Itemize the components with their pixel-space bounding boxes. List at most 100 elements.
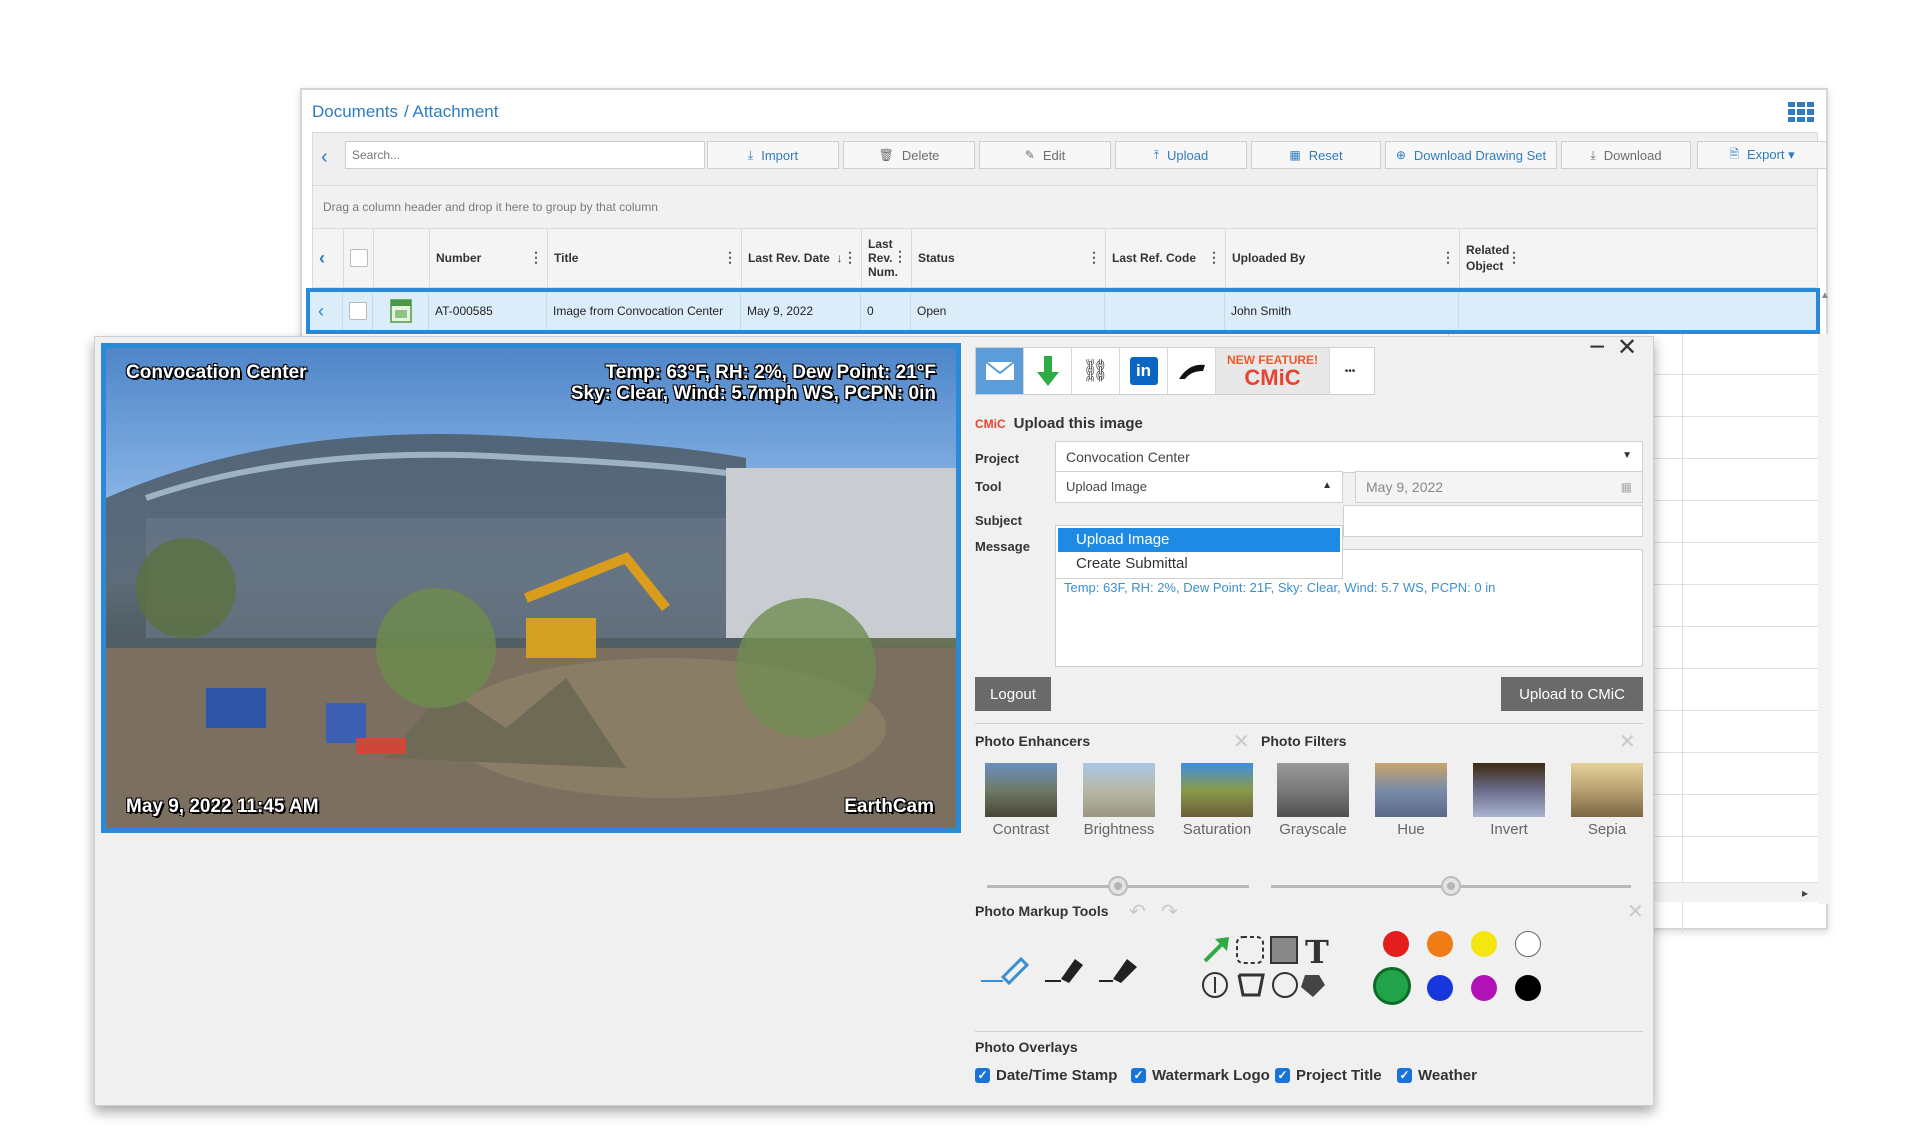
table-row[interactable]: ‹ AT-000585 Image from Convocation Cente…: [306, 288, 1820, 334]
color-swatch-purple[interactable]: [1471, 975, 1497, 1001]
hue-thumbnail[interactable]: [1375, 763, 1447, 817]
undo-icon[interactable]: ↶: [1129, 899, 1146, 924]
close-markup-icon[interactable]: ✕: [1627, 899, 1644, 924]
enhancer-slider-knob[interactable]: [1108, 876, 1128, 896]
blue-pen-icon: [981, 956, 1030, 986]
search-input[interactable]: [345, 141, 705, 169]
filter-slider[interactable]: [1271, 876, 1631, 896]
tool-option-create-submittal[interactable]: Create Submittal: [1058, 552, 1340, 576]
column-menu-icon[interactable]: ⋮: [1207, 249, 1221, 266]
close-enhancers-icon[interactable]: ✕: [1233, 729, 1250, 754]
chevron-left-icon[interactable]: ‹: [321, 145, 341, 169]
cell-title[interactable]: Image from Convocation Center: [546, 292, 740, 330]
overlay-datetime-checkbox[interactable]: ✓ Date/Time Stamp: [975, 1067, 1117, 1084]
column-menu-icon[interactable]: ⋮: [529, 249, 543, 266]
ellipsis-icon: •••: [1344, 365, 1356, 377]
download-share-button[interactable]: [1024, 348, 1072, 394]
header-last-ref-code[interactable]: Last Ref. Code ⋮: [1105, 229, 1225, 287]
cell-uploaded-by: John Smith: [1224, 292, 1458, 330]
overlay-watermark-checkbox[interactable]: ✓ Watermark Logo: [1131, 1067, 1270, 1084]
header-last-rev-num[interactable]: Last Rev. Num. ⋮: [861, 229, 911, 287]
filter-slider-knob[interactable]: [1441, 876, 1461, 896]
linkedin-share-button[interactable]: in: [1120, 348, 1168, 394]
header-uploaded-by[interactable]: Uploaded By ⋮: [1225, 229, 1459, 287]
select-all-checkbox[interactable]: [343, 229, 373, 287]
overlay-project-title-checkbox[interactable]: ✓ Project Title: [1275, 1067, 1382, 1084]
import-button[interactable]: ⤓ Import: [707, 141, 839, 169]
procore-share-button[interactable]: [1168, 348, 1216, 394]
invert-label: Invert: [1490, 821, 1528, 838]
scroll-right-arrow-icon[interactable]: ▸: [1802, 886, 1808, 900]
group-hint: Drag a column header and drop it here to…: [312, 186, 1818, 228]
column-menu-icon[interactable]: ⋮: [1087, 249, 1101, 266]
color-swatch-yellow[interactable]: [1471, 931, 1497, 957]
column-menu-icon[interactable]: ⋮: [1441, 249, 1455, 266]
checkbox-checked-icon: ✓: [1275, 1068, 1290, 1083]
vertical-scrollbar[interactable]: [1818, 334, 1830, 904]
header-related-object[interactable]: Related Object ⋮: [1459, 229, 1525, 287]
close-button[interactable]: ✕: [1617, 333, 1637, 362]
enhancer-slider[interactable]: [987, 876, 1249, 896]
grayscale-thumbnail[interactable]: [1277, 763, 1349, 817]
camera-photo[interactable]: Convocation Center Temp: 63°F, RH: 2%, D…: [101, 343, 961, 833]
cell-number[interactable]: AT-000585: [428, 292, 546, 330]
redo-icon[interactable]: ↷: [1161, 899, 1178, 924]
color-swatch-green-selected[interactable]: [1373, 967, 1411, 1005]
chevron-left-icon[interactable]: ‹: [313, 229, 343, 287]
app-grid-icon[interactable]: [1788, 102, 1814, 122]
edit-button[interactable]: ✎ Edit: [979, 141, 1111, 169]
divider: [975, 1031, 1643, 1032]
header-title[interactable]: Title ⋮: [547, 229, 741, 287]
header-last-rev-date[interactable]: Last Rev. Date ↓ ⋮: [741, 229, 861, 287]
project-select[interactable]: Convocation Center ▼: [1055, 441, 1643, 473]
grayscale-label: Grayscale: [1279, 821, 1347, 838]
header-number[interactable]: Number ⋮: [429, 229, 547, 287]
upload-to-cmic-button[interactable]: Upload to CMiC: [1501, 677, 1643, 711]
upload-button[interactable]: ⤒ Upload: [1115, 141, 1247, 169]
tool-option-upload-image[interactable]: Upload Image: [1058, 528, 1340, 552]
column-menu-icon[interactable]: ⋮: [1507, 249, 1521, 265]
email-share-button[interactable]: [976, 348, 1024, 394]
breadcrumb-attachment[interactable]: / Attachment: [404, 102, 499, 121]
overlay-weather-checkbox[interactable]: ✓ Weather: [1397, 1067, 1477, 1084]
link-icon: ⛓: [1081, 358, 1110, 383]
row-checkbox[interactable]: [342, 292, 372, 330]
color-swatch-orange[interactable]: [1427, 931, 1453, 957]
breadcrumb-documents[interactable]: Documents: [312, 102, 398, 121]
delete-button[interactable]: 🗑 Delete: [843, 141, 975, 169]
column-menu-icon[interactable]: ⋮: [893, 249, 907, 263]
rectangle-icon: [1270, 936, 1298, 964]
date-field[interactable]: May 9, 2022 ▦: [1355, 471, 1643, 503]
minimize-button[interactable]: −: [1589, 331, 1605, 363]
export-button[interactable]: 🗎 Export ▾: [1697, 141, 1827, 169]
photo-markup-tools-title: Photo Markup Tools: [975, 903, 1109, 919]
color-swatch-white[interactable]: [1515, 931, 1541, 957]
subject-label: Subject: [975, 513, 1022, 528]
saturation-thumbnail[interactable]: [1181, 763, 1253, 817]
color-swatch-blue[interactable]: [1427, 975, 1453, 1001]
cmic-share-button[interactable]: NEW FEATURE! CMiC: [1216, 348, 1330, 394]
contrast-thumbnail[interactable]: [985, 763, 1057, 817]
header-status[interactable]: Status ⋮: [911, 229, 1105, 287]
close-filters-icon[interactable]: ✕: [1619, 729, 1636, 754]
link-share-button[interactable]: ⛓: [1072, 348, 1120, 394]
invert-thumbnail[interactable]: [1473, 763, 1545, 817]
download-drawing-set-button[interactable]: ⊕ Download Drawing Set: [1385, 141, 1557, 169]
color-swatch-red[interactable]: [1383, 931, 1409, 957]
sepia-thumbnail[interactable]: [1571, 763, 1643, 817]
photo-adjust-thumbnails: Contrast Brightness Saturation Grayscale…: [975, 763, 1655, 863]
tool-dropdown-list: Upload Image Create Submittal: [1055, 525, 1343, 579]
calendar-icon[interactable]: ▦: [1621, 480, 1632, 494]
chevron-left-icon[interactable]: ‹: [312, 292, 342, 330]
subject-input[interactable]: [1343, 505, 1643, 537]
more-options-button[interactable]: •••: [1330, 348, 1370, 394]
color-swatch-black[interactable]: [1515, 975, 1541, 1001]
reset-button[interactable]: ▦ Reset: [1251, 141, 1381, 169]
download-button[interactable]: ⤓ Download: [1561, 141, 1691, 169]
logout-button[interactable]: Logout: [975, 677, 1051, 711]
brightness-thumbnail[interactable]: [1083, 763, 1155, 817]
scroll-up-arrow-icon[interactable]: ▲: [1820, 290, 1830, 301]
tool-select[interactable]: Upload Image ▲: [1055, 471, 1343, 503]
column-menu-icon[interactable]: ⋮: [843, 249, 857, 266]
column-menu-icon[interactable]: ⋮: [723, 249, 737, 266]
